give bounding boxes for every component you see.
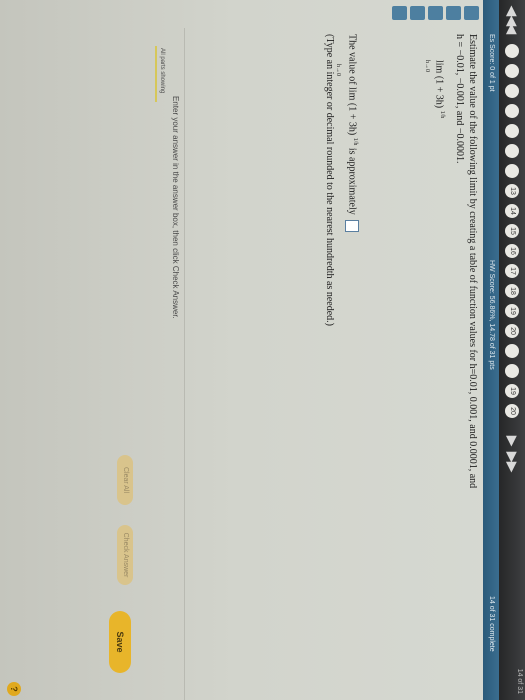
answer-prefix: The value of lim (1 + 3h) xyxy=(346,34,358,136)
question-dot[interactable] xyxy=(505,64,519,78)
question-nav-bar: ◀◀ ◀ 13 14 15 16 17 18 19 20 19 20 ▶ ▶▶ 14 of 31 xyxy=(499,0,525,700)
question-dot[interactable]: 15 xyxy=(505,224,519,238)
tool-tile-icon[interactable] xyxy=(464,6,479,20)
tool-tile-icon[interactable] xyxy=(410,6,425,20)
limit-expression: lim (1 + 3h) 1/h h→0 xyxy=(423,60,445,118)
question-dot[interactable] xyxy=(505,104,519,118)
homework-player: ◀◀ ◀ 13 14 15 16 17 18 19 20 19 20 ▶ ▶▶ 14 of 31 … xyxy=(0,0,525,700)
last-question-arrow-icon[interactable]: ▶▶ xyxy=(504,452,520,472)
answer-subscript: h→0 xyxy=(335,64,341,76)
tool-tile-icon[interactable] xyxy=(446,6,461,20)
question-dot[interactable]: 13 xyxy=(505,184,519,198)
instruction-text: Enter your answer in the answer box, the… xyxy=(171,96,180,319)
question-dot[interactable]: 17 xyxy=(505,264,519,278)
answer-exponent: 1/h xyxy=(352,137,359,146)
divider xyxy=(184,28,185,700)
help-icon[interactable]: ? xyxy=(7,682,21,696)
save-button[interactable]: Save xyxy=(109,611,131,673)
answer-hint: (Type an integer or decimal rounded to t… xyxy=(324,34,335,326)
tool-dock xyxy=(383,0,483,28)
question-dot[interactable] xyxy=(505,84,519,98)
tool-tile-icon[interactable] xyxy=(428,6,443,20)
parts-progress-bar xyxy=(155,46,157,102)
question-dot[interactable]: 14 xyxy=(505,204,519,218)
homework-score: HW Score: 56.86%, 14.78 of 31 pts xyxy=(488,260,495,370)
check-answer-button[interactable]: Check Answer xyxy=(117,525,133,585)
tool-tile-icon[interactable] xyxy=(392,6,407,20)
score-strip: Es Score: 0 of 1 pt HW Score: 56.86%, 14… xyxy=(483,0,499,700)
page-count: 14 of 31 xyxy=(516,668,523,694)
question-dot[interactable]: 18 xyxy=(505,284,519,298)
question-dot[interactable] xyxy=(505,44,519,58)
limit-subscript: h→0 xyxy=(423,60,430,72)
answer-statement: The value of lim (1 + 3h) 1/h is approxi… xyxy=(334,34,359,233)
question-dot[interactable]: 19 xyxy=(505,304,519,318)
answer-suffix: is approximately xyxy=(346,147,358,215)
question-dot[interactable]: 19 xyxy=(505,384,519,398)
next-question-arrow-icon[interactable]: ▶ xyxy=(504,436,520,446)
limit-text: lim (1 + 3h) xyxy=(433,60,445,109)
prev-question-arrow-icon[interactable]: ◀ xyxy=(504,24,520,34)
limit-exponent: 1/h xyxy=(439,110,445,119)
clear-all-button[interactable]: Clear All xyxy=(117,455,133,505)
question-prompt: Estimate the value of the following limi… xyxy=(467,34,478,489)
rotated-screen: ◀◀ ◀ 13 14 15 16 17 18 19 20 19 20 ▶ ▶▶ 14 of 31 … xyxy=(0,0,525,700)
question-dot[interactable] xyxy=(505,364,519,378)
question-score: Es Score: 0 of 1 pt xyxy=(488,34,495,92)
question-dot[interactable] xyxy=(505,344,519,358)
progress-text: 14 of 31 complete xyxy=(488,596,495,652)
question-dot[interactable]: 20 xyxy=(505,404,519,418)
question-dot[interactable] xyxy=(505,144,519,158)
question-dot[interactable]: 16 xyxy=(505,244,519,258)
question-dot[interactable] xyxy=(505,164,519,178)
question-prompt-values: h = −0.01, −0.001, and −0.0001. xyxy=(454,34,465,164)
question-dot[interactable]: 20 xyxy=(505,324,519,338)
answer-input[interactable] xyxy=(345,220,359,233)
question-dot[interactable] xyxy=(505,124,519,138)
parts-showing-label: All parts showing xyxy=(159,48,165,94)
first-question-arrow-icon[interactable]: ◀◀ xyxy=(504,6,520,26)
